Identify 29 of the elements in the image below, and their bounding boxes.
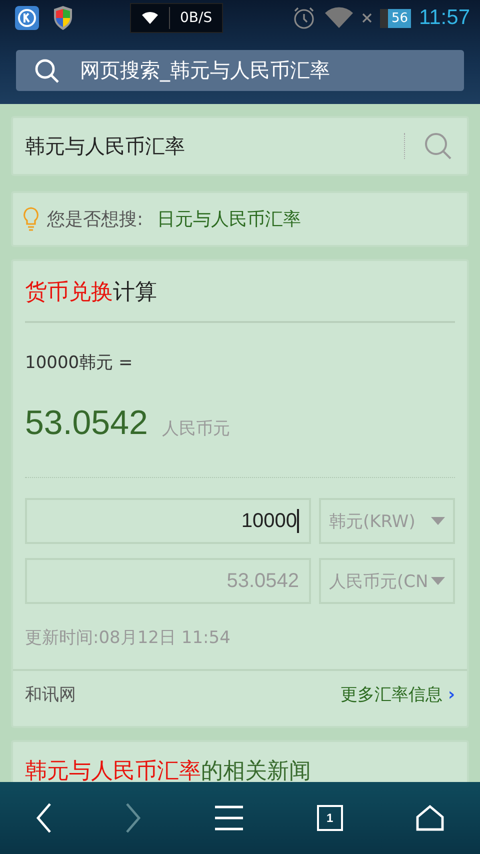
result-value: 53.0542 [25, 404, 148, 443]
amount-field[interactable]: 10000 [25, 498, 311, 544]
alarm-icon [292, 6, 316, 30]
close-icon [362, 13, 372, 23]
converter-title: 货币兑换计算 [25, 279, 158, 307]
search-icon [34, 58, 60, 84]
lightbulb-icon [23, 207, 39, 231]
shield-icon [52, 5, 74, 31]
suggestion-link[interactable]: 日元与人民币汇率 [157, 207, 302, 231]
update-time: 更新时间:08月12日 11:54 [25, 627, 232, 650]
result-unit: 人民币元 [162, 418, 230, 440]
home-button[interactable] [416, 805, 444, 831]
source-amount: 10000韩元 = [25, 352, 134, 374]
address-bar[interactable]: 网页搜索_韩元与人民币汇率 [16, 50, 464, 91]
network-speed-indicator: 0B/S [130, 3, 224, 33]
back-button[interactable] [36, 803, 52, 833]
suggestion-label: 您是否想搜: [47, 208, 144, 231]
app-icon [14, 5, 40, 31]
menu-button[interactable] [214, 805, 244, 831]
tabs-button[interactable]: 1 [316, 805, 343, 831]
dropdown-arrow-icon [431, 517, 445, 525]
search-field[interactable]: 韩元与人民币汇率 [11, 116, 469, 176]
provider-name: 和讯网 [25, 684, 76, 706]
news-heading: 韩元与人民币汇率的相关新闻 [25, 758, 312, 786]
wifi-icon [324, 7, 354, 29]
clock: 11:57 [419, 6, 470, 30]
dropdown-arrow-icon [431, 577, 445, 585]
more-rates-link[interactable]: 更多汇率信息 › [340, 683, 455, 706]
battery-indicator: 56 [380, 8, 411, 28]
